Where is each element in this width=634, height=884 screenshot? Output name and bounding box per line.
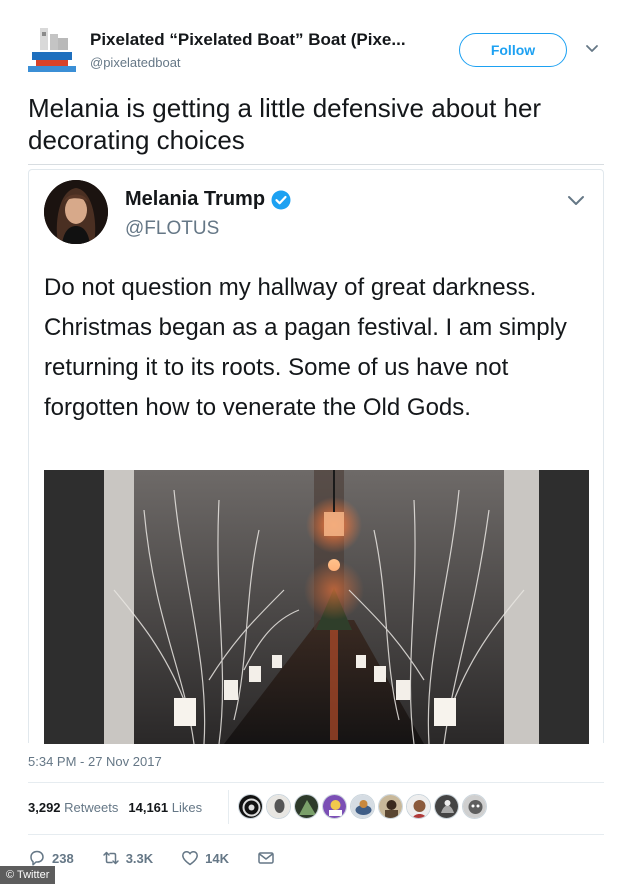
chevron-down-icon[interactable] (584, 40, 600, 56)
divider (28, 782, 604, 783)
reply-icon (30, 850, 44, 866)
liker-avatar[interactable] (294, 794, 319, 819)
envelope-icon (258, 852, 274, 864)
divider (28, 834, 604, 835)
follow-button[interactable]: Follow (459, 33, 567, 67)
verified-badge-icon (271, 190, 291, 209)
tweet-stats: 3,292 Retweets 14,161 Likes (28, 800, 202, 815)
retweet-count: 3.3K (125, 850, 154, 866)
quoted-tweet-text: Do not question my hallway of great dark… (44, 274, 567, 421)
profile-photo (44, 180, 108, 244)
quoted-tweet-body: Melania Trump @FLOTUS Do not question my… (28, 169, 604, 744)
tweet-actions: 238 3.3K 14K (28, 846, 303, 870)
tweet-timestamp[interactable]: 5:34 PM - 27 Nov 2017 (28, 754, 162, 769)
retweets-label: Retweets (64, 800, 119, 815)
quoted-display-name[interactable]: Melania Trump (125, 188, 291, 211)
likes-stat[interactable]: 14,161 Likes (128, 800, 202, 815)
divider (228, 790, 229, 824)
liker-avatar[interactable] (462, 794, 487, 819)
retweet-icon (102, 851, 119, 865)
liker-avatar[interactable] (406, 794, 431, 819)
tweet-photo[interactable] (44, 470, 589, 744)
outer-handle[interactable]: @pixelatedboat (90, 55, 181, 70)
liker-avatar[interactable] (350, 794, 375, 819)
likes-label: Likes (171, 800, 203, 815)
boat-avatar-icon (28, 28, 76, 72)
quoted-tweet-card[interactable]: Melania Trump @FLOTUS Do not question my… (28, 164, 604, 744)
outer-tweet-text: Melania is getting a little defensive ab… (28, 93, 542, 155)
liker-avatars (238, 794, 487, 822)
liker-avatar[interactable] (266, 794, 291, 819)
retweet-button[interactable]: 3.3K (102, 849, 153, 867)
likes-count: 14,161 (128, 800, 169, 815)
retweets-stat[interactable]: 3,292 Retweets (28, 800, 118, 815)
like-button[interactable]: 14K (181, 849, 229, 867)
outer-display-name[interactable]: Pixelated “Pixelated Boat” Boat (Pixe... (90, 30, 406, 50)
quoted-display-name-text: Melania Trump (125, 188, 266, 210)
reply-count: 238 (52, 850, 74, 866)
direct-message-button[interactable] (257, 849, 275, 867)
chevron-down-icon[interactable] (566, 190, 586, 210)
avatar[interactable] (28, 24, 76, 76)
image-credit: © Twitter (0, 866, 56, 884)
quoted-handle[interactable]: @FLOTUS (125, 218, 219, 240)
heart-icon (182, 851, 199, 866)
avatar[interactable] (44, 180, 108, 244)
retweets-count: 3,292 (28, 800, 61, 815)
liker-avatar[interactable] (238, 794, 263, 819)
like-count: 14K (205, 850, 230, 866)
liker-avatar[interactable] (378, 794, 403, 819)
hallway-photo-image (44, 470, 589, 744)
reply-button[interactable]: 238 (28, 849, 74, 867)
liker-avatar[interactable] (322, 794, 347, 819)
liker-avatar[interactable] (434, 794, 459, 819)
outer-tweet-header: Pixelated “Pixelated Boat” Boat (Pixe...… (0, 0, 634, 90)
